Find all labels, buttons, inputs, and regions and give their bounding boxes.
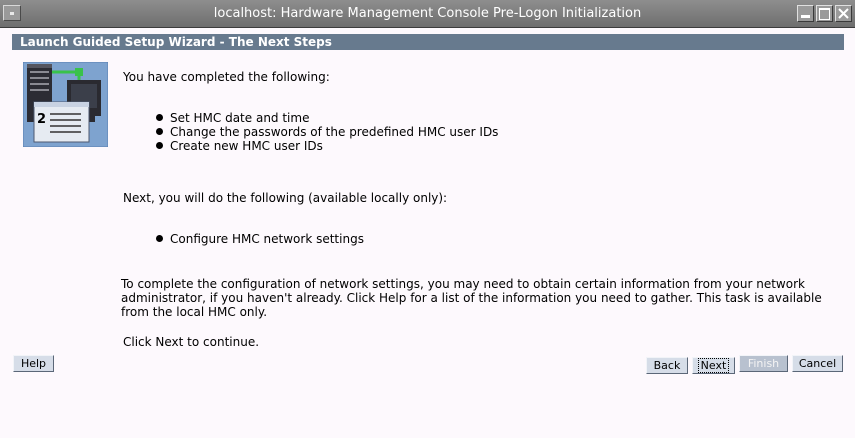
cancel-button[interactable]: Cancel (792, 355, 843, 372)
next-intro: Next, you will do the following (availab… (123, 191, 448, 205)
completed-intro: You have completed the following: (123, 70, 330, 84)
maximize-icon[interactable] (816, 5, 833, 22)
network-info-paragraph: To complete the configuration of network… (121, 277, 822, 319)
list-item: Configure HMC network settings (155, 232, 364, 246)
next-list: Configure HMC network settings (155, 232, 364, 246)
back-button[interactable]: Back (646, 357, 688, 374)
server-computer-icon: 2 (22, 61, 109, 148)
next-button[interactable]: Next (692, 357, 735, 374)
list-item: Set HMC date and time (155, 111, 498, 125)
window-title-bar[interactable]: localhost: Hardware Management Console P… (0, 0, 855, 28)
wizard-header: Launch Guided Setup Wizard - The Next St… (12, 34, 844, 50)
next-button-label: Next (697, 358, 730, 373)
minimize-icon[interactable] (797, 5, 814, 22)
list-item: Change the passwords of the predefined H… (155, 125, 498, 139)
window-title: localhost: Hardware Management Console P… (213, 6, 642, 21)
list-item: Create new HMC user IDs (155, 139, 498, 153)
close-icon[interactable] (835, 5, 852, 22)
finish-button[interactable]: Finish (739, 355, 788, 372)
step-number: 2 (37, 112, 46, 127)
help-button[interactable]: Help (13, 355, 54, 372)
completed-list: Set HMC date and time Change the passwor… (155, 111, 498, 153)
continue-instruction: Click Next to continue. (123, 335, 260, 349)
